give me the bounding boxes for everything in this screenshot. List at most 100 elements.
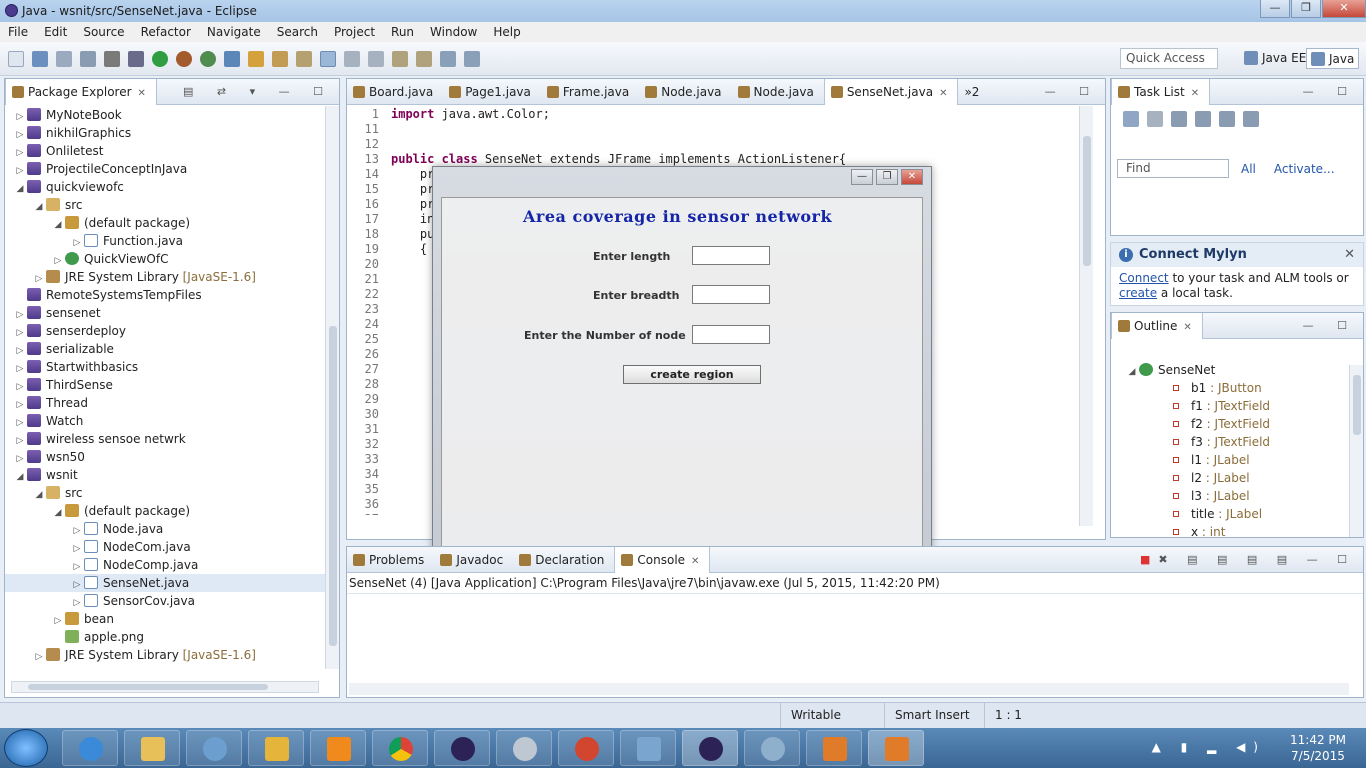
menu-help[interactable]: Help	[485, 22, 528, 42]
tree-item[interactable]: ▷ JRE System Library [JavaSE-1.6]	[5, 268, 339, 286]
tree-item[interactable]: ▷ Node.java	[5, 520, 339, 538]
menu-project[interactable]: Project	[326, 22, 383, 42]
tree-item[interactable]: ▷ Function.java	[5, 232, 339, 250]
hide-completed-icon[interactable]	[1195, 111, 1211, 127]
tree-item[interactable]: ▷ SenseNet.java	[5, 574, 339, 592]
tree-item[interactable]: ▷ wsn50	[5, 448, 339, 466]
tree-item[interactable]: ◢ src	[5, 484, 339, 502]
outline-tab[interactable]: Outline ✕	[1111, 312, 1203, 339]
taskbar-media[interactable]	[310, 730, 366, 766]
tab-overflow-button[interactable]: »2	[958, 85, 985, 99]
breadth-input[interactable]	[692, 285, 770, 304]
taskbar-app3[interactable]	[496, 730, 552, 766]
close-button[interactable]: ✕	[1322, 0, 1366, 18]
editor-tab[interactable]: Page1.java	[443, 79, 541, 105]
task-find-input[interactable]: Find	[1117, 159, 1229, 178]
menu-run[interactable]: Run	[383, 22, 422, 42]
tree-item[interactable]: ▷ ThirdSense	[5, 376, 339, 394]
editor-vscroll[interactable]	[1079, 106, 1093, 526]
outline-vscroll[interactable]	[1349, 365, 1363, 537]
search-tool-icon[interactable]	[296, 51, 312, 67]
view-menu-icons[interactable]: — ☐	[1303, 319, 1357, 332]
new-icon[interactable]	[8, 51, 24, 67]
console-tab[interactable]: Declaration	[513, 547, 614, 573]
block-select-icon[interactable]	[368, 51, 384, 67]
clock[interactable]: 11:42 PM 7/5/2015	[1290, 732, 1346, 764]
view-menu-icons[interactable]: ▤ ⇄ ▾ — ☐	[183, 85, 333, 98]
external-tools-icon[interactable]	[176, 51, 192, 67]
explorer-hscroll[interactable]	[11, 681, 319, 693]
length-input[interactable]	[692, 246, 770, 265]
taskbar-java2[interactable]	[868, 730, 924, 766]
new-java-project-icon[interactable]	[200, 51, 216, 67]
outline-field[interactable]: l2 : JLabel	[1125, 469, 1363, 487]
categorize-icon[interactable]	[1147, 111, 1163, 127]
tree-item[interactable]: ▷ Thread	[5, 394, 339, 412]
outline-field[interactable]: f1 : JTextField	[1125, 397, 1363, 415]
tree-item[interactable]: ▷ bean	[5, 610, 339, 628]
save-icon[interactable]	[32, 51, 48, 67]
close-tab-icon[interactable]: ✕	[1183, 322, 1191, 333]
show-whitespace-icon[interactable]	[344, 51, 360, 67]
taskbar-eclipse2[interactable]	[682, 730, 738, 766]
system-tray[interactable]: ▲ ▮ ▂ ◀)	[1152, 740, 1266, 754]
taskbar-ie[interactable]	[62, 730, 118, 766]
tree-item[interactable]: ▷ NodeCom.java	[5, 538, 339, 556]
terminate-icon[interactable]: ■	[1140, 553, 1158, 566]
close-mylyn-icon[interactable]: ✕	[1344, 243, 1355, 267]
tree-item[interactable]: ▷ senserdeploy	[5, 322, 339, 340]
console-tab[interactable]: Console ✕	[614, 546, 711, 573]
print-icon[interactable]	[80, 51, 96, 67]
maximize-button[interactable]: ❐	[1291, 0, 1321, 18]
tree-item[interactable]: ◢ (default package)	[5, 214, 339, 232]
tree-item[interactable]: ▷ MyNoteBook	[5, 106, 339, 124]
close-tab-icon[interactable]: ✕	[138, 88, 146, 99]
tree-item[interactable]: apple.png	[5, 628, 339, 646]
create-link[interactable]: create	[1119, 286, 1157, 300]
start-button[interactable]	[4, 729, 48, 767]
task-list-tab[interactable]: Task List ✕	[1111, 78, 1211, 105]
taskbar-java1[interactable]	[806, 730, 862, 766]
minimize-button[interactable]: —	[1260, 0, 1290, 18]
connect-link[interactable]: Connect	[1119, 271, 1169, 285]
menu-refactor[interactable]: Refactor	[133, 22, 199, 42]
tree-item[interactable]: ▷ wireless sensoe netwrk	[5, 430, 339, 448]
editor-tab[interactable]: Board.java	[347, 79, 443, 105]
debug-icon[interactable]	[128, 51, 144, 67]
console-hscroll[interactable]	[349, 683, 1349, 695]
perspective-java[interactable]: Java	[1306, 48, 1360, 69]
quick-access-input[interactable]: Quick Access	[1120, 48, 1218, 69]
toggle-mark-icon[interactable]	[320, 51, 336, 67]
forward-icon[interactable]	[464, 51, 480, 67]
editor-tab[interactable]: SenseNet.java ✕	[823, 78, 959, 105]
package-explorer-tab[interactable]: Package Explorer ✕	[5, 78, 157, 105]
outline-field[interactable]: l3 : JLabel	[1125, 487, 1363, 505]
view-menu-icons[interactable]: — ☐	[1045, 85, 1099, 98]
editor-tab[interactable]: Node.java	[639, 79, 731, 105]
taskbar-eclipse1[interactable]	[434, 730, 490, 766]
sync-icon[interactable]	[1243, 111, 1259, 127]
open-task-icon[interactable]	[272, 51, 288, 67]
tree-item[interactable]: ▷ Watch	[5, 412, 339, 430]
outline-field[interactable]: f3 : JTextField	[1125, 433, 1363, 451]
menu-search[interactable]: Search	[269, 22, 326, 42]
outline-field[interactable]: b1 : JButton	[1125, 379, 1363, 397]
close-tab-icon[interactable]: ✕	[1191, 88, 1199, 99]
dialog-maximize-button[interactable]: ❐	[876, 169, 898, 185]
outline-field[interactable]: x : int	[1125, 523, 1363, 541]
perspective-java-ee[interactable]: Java EE	[1240, 48, 1310, 69]
explorer-vscroll[interactable]	[325, 106, 339, 669]
nodes-input[interactable]	[692, 325, 770, 344]
tree-item[interactable]: ▷ SensorCov.java	[5, 592, 339, 610]
menu-window[interactable]: Window	[422, 22, 485, 42]
open-type-icon[interactable]	[248, 51, 264, 67]
close-tab-icon[interactable]: ✕	[939, 88, 947, 99]
tree-item[interactable]: ◢ src	[5, 196, 339, 214]
taskbar-explorer[interactable]	[124, 730, 180, 766]
save-all-icon[interactable]	[56, 51, 72, 67]
tree-item[interactable]: ◢ wsnit	[5, 466, 339, 484]
outline-field[interactable]: f2 : JTextField	[1125, 415, 1363, 433]
tree-item[interactable]: ◢ quickviewofc	[5, 178, 339, 196]
outline-root[interactable]: ◢ SenseNet	[1125, 361, 1363, 379]
dialog-minimize-button[interactable]: —	[851, 169, 873, 185]
